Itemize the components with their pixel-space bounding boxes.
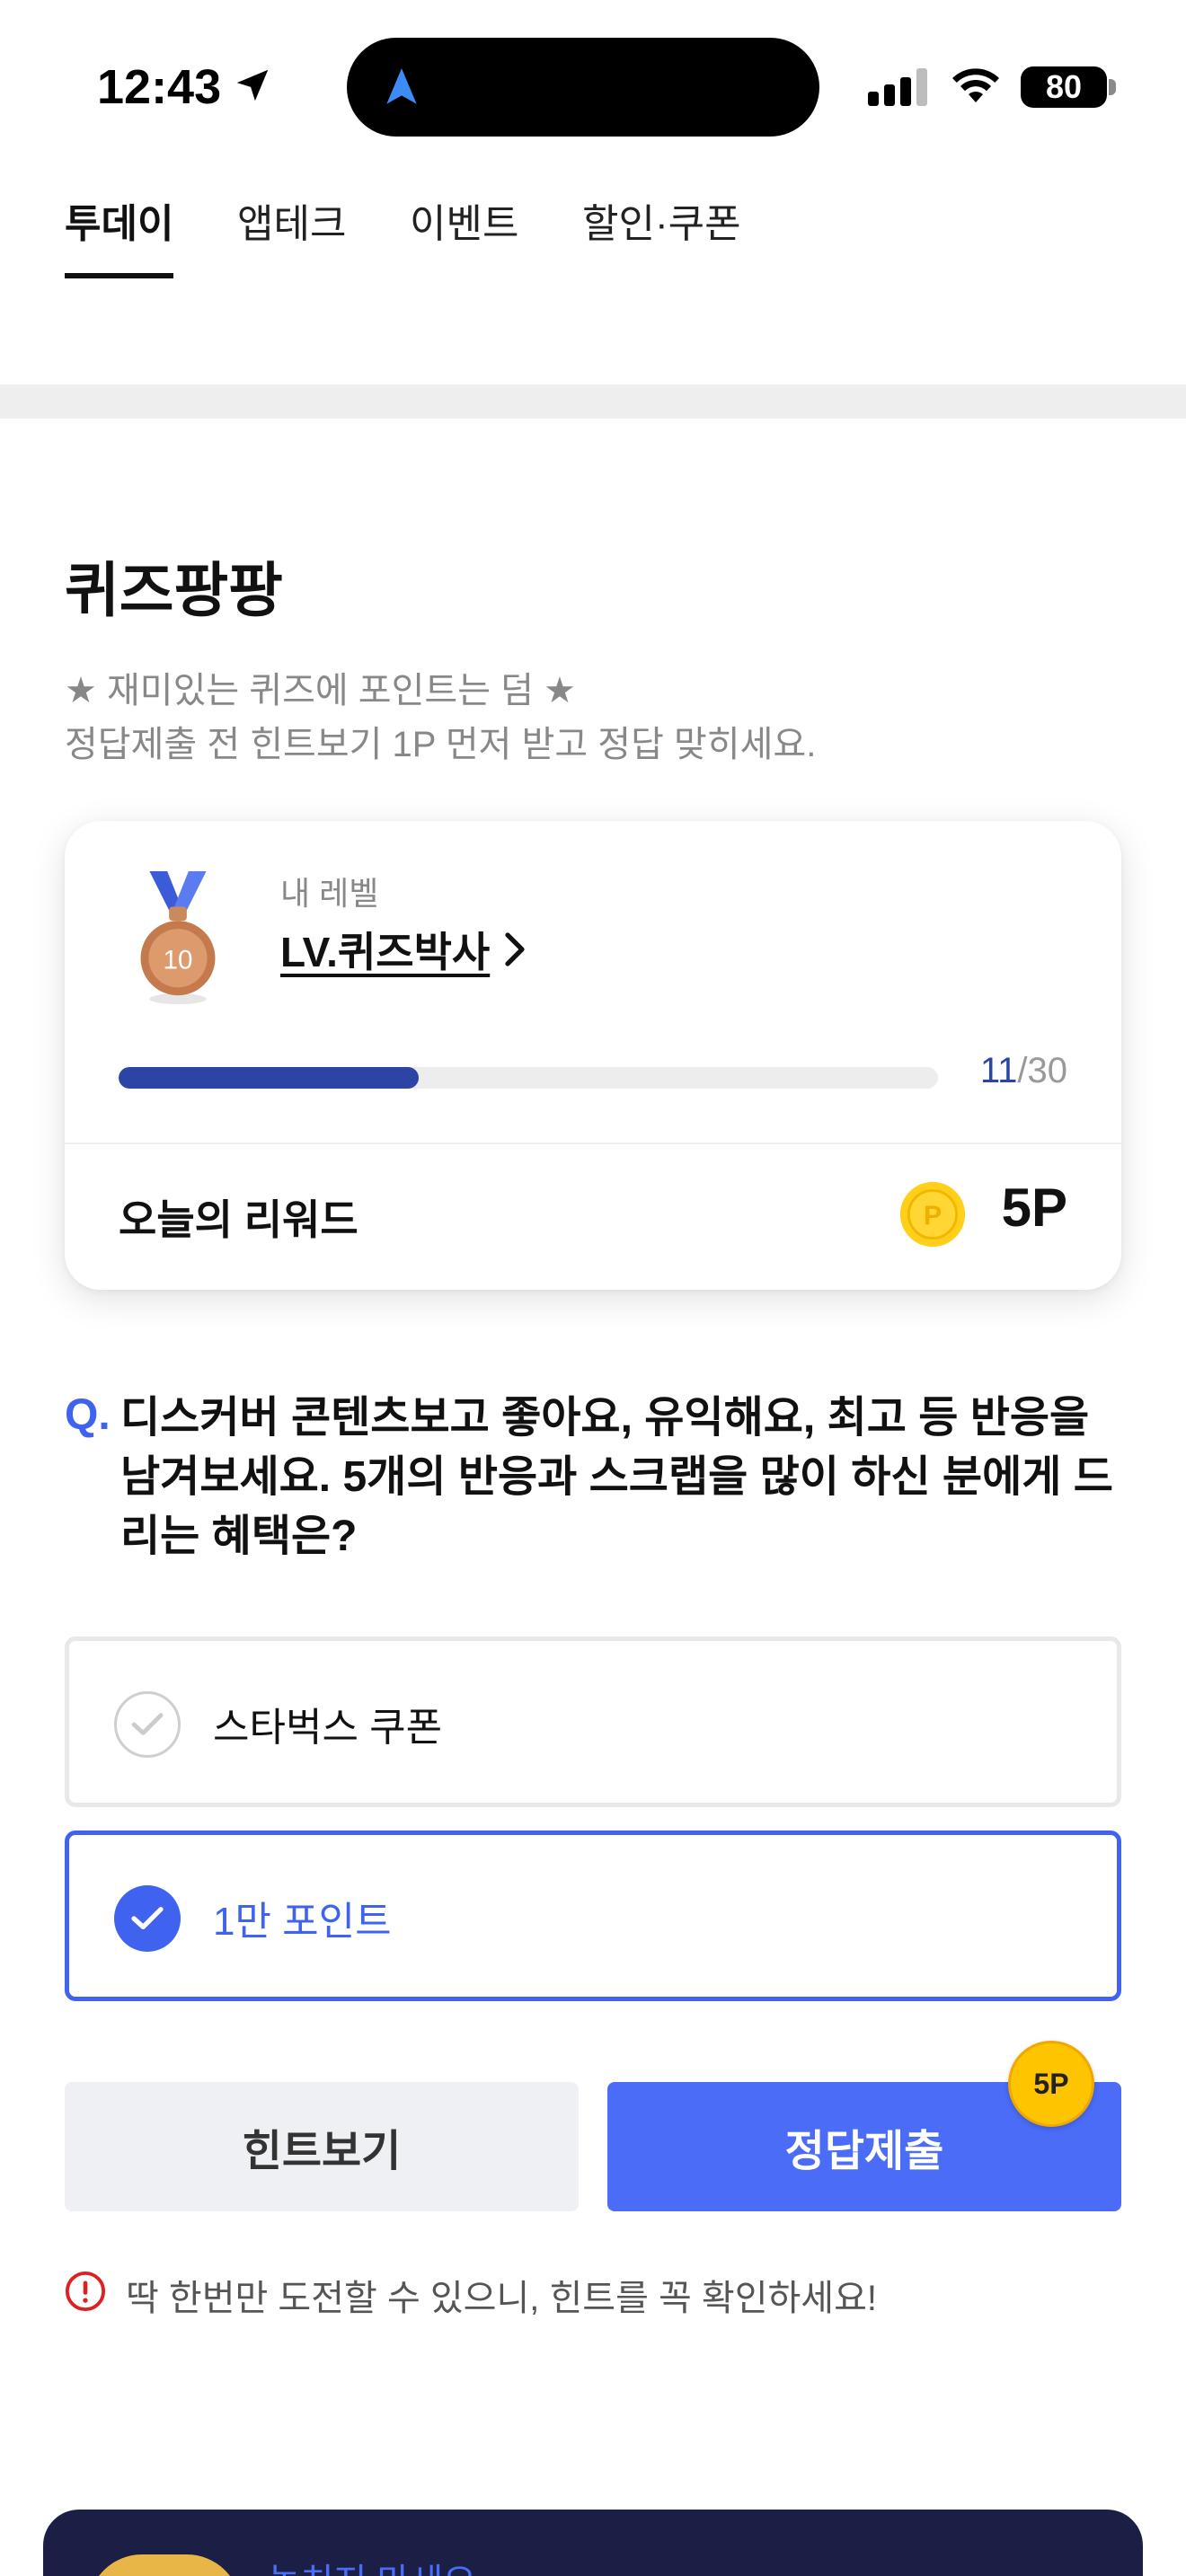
- chevron-right-icon: [505, 932, 525, 966]
- navigation-icon: [386, 68, 417, 104]
- progress-separator: /: [1017, 1051, 1028, 1090]
- submit-point-badge: 5P: [1008, 2041, 1094, 2127]
- battery-icon: 80: [1021, 66, 1107, 108]
- level-progress-count: 11/30: [980, 1051, 1067, 1091]
- level-name-link[interactable]: LV.퀴즈박사: [280, 920, 527, 979]
- level-name: LV.퀴즈박사: [280, 929, 491, 975]
- option-label: 1만 포인트: [213, 1900, 392, 1944]
- check-mark-icon: [131, 1907, 164, 1929]
- tab-event[interactable]: 이벤트: [410, 196, 518, 278]
- level-card: 10 내 레벨 LV.퀴즈박사 11/30 오늘의 리워드 P 5P: [65, 821, 1121, 1290]
- answer-option-starbucks[interactable]: 스타벅스 쿠폰: [65, 1636, 1121, 1807]
- cellular-signal-icon: [868, 68, 927, 106]
- status-bar: 12:43 80: [0, 0, 1186, 162]
- bronze-medal-icon: 10: [140, 870, 216, 1005]
- tab-apptech[interactable]: 앱테크: [237, 196, 346, 278]
- top-tab-bar: 투데이 앱테크 이벤트 할인·쿠폰: [0, 189, 1186, 278]
- medal-number: 10: [164, 946, 193, 975]
- battery-cap: [1109, 79, 1116, 95]
- today-reward-value: 5P: [1001, 1178, 1067, 1238]
- option-check-circle: [114, 1691, 181, 1758]
- page-instruction: 정답제출 전 힌트보기 1P 먼저 받고 정답 맞히세요.: [65, 725, 817, 764]
- page-title: 퀴즈팡팡: [65, 557, 283, 623]
- progress-current: 11: [979, 1051, 1018, 1090]
- section-divider: [0, 384, 1186, 419]
- page-subtitle: ★ 재미있는 퀴즈에 포인트는 덤 ★: [65, 671, 576, 710]
- warning-text: 딱 한번만 도전할 수 있으니, 힌트를 꼭 확인하세요!: [126, 2279, 878, 2318]
- location-arrow-icon: [236, 69, 269, 101]
- wifi-icon: [952, 68, 999, 102]
- check-mark-icon: [131, 1713, 164, 1735]
- tab-discount-coupon[interactable]: 할인·쿠폰: [582, 196, 741, 278]
- banner-text: 놓치지 마세요: [268, 2553, 476, 2576]
- banner-art: [88, 2554, 241, 2576]
- option-check-circle-selected: [114, 1885, 181, 1952]
- bottom-banner[interactable]: 놓치지 마세요: [43, 2510, 1143, 2576]
- battery-level: 80: [1045, 68, 1083, 105]
- progress-total: 30: [1027, 1051, 1068, 1090]
- warning-icon: [65, 2271, 106, 2312]
- question-text: 디스커버 콘텐츠보고 좋아요, 유익해요, 최고 등 반응을 남겨보세요. 5개…: [120, 1394, 1113, 1560]
- level-progress-fill: [119, 1067, 420, 1089]
- point-coin-icon: P: [899, 1181, 966, 1248]
- answer-option-10k-points[interactable]: 1만 포인트: [65, 1831, 1121, 2001]
- option-label: 스타벅스 쿠폰: [213, 1706, 443, 1750]
- today-reward-label: 오늘의 리워드: [119, 1196, 358, 1243]
- question-prefix: Q.: [65, 1391, 111, 1439]
- tab-today[interactable]: 투데이: [65, 196, 174, 278]
- dynamic-island: [347, 38, 819, 137]
- coin-letter: P: [924, 1200, 942, 1231]
- level-progress-bar: [119, 1067, 938, 1089]
- card-divider: [65, 1142, 1121, 1144]
- quiz-page: 12:43 80 투데이 앱테크 이벤트 할인·쿠폰 퀴즈팡팡 ★ 재미있는 퀴…: [0, 0, 1186, 2576]
- level-caption: 내 레벨: [280, 875, 379, 912]
- hint-button[interactable]: 힌트보기: [65, 2082, 579, 2211]
- status-time: 12:43: [97, 60, 222, 114]
